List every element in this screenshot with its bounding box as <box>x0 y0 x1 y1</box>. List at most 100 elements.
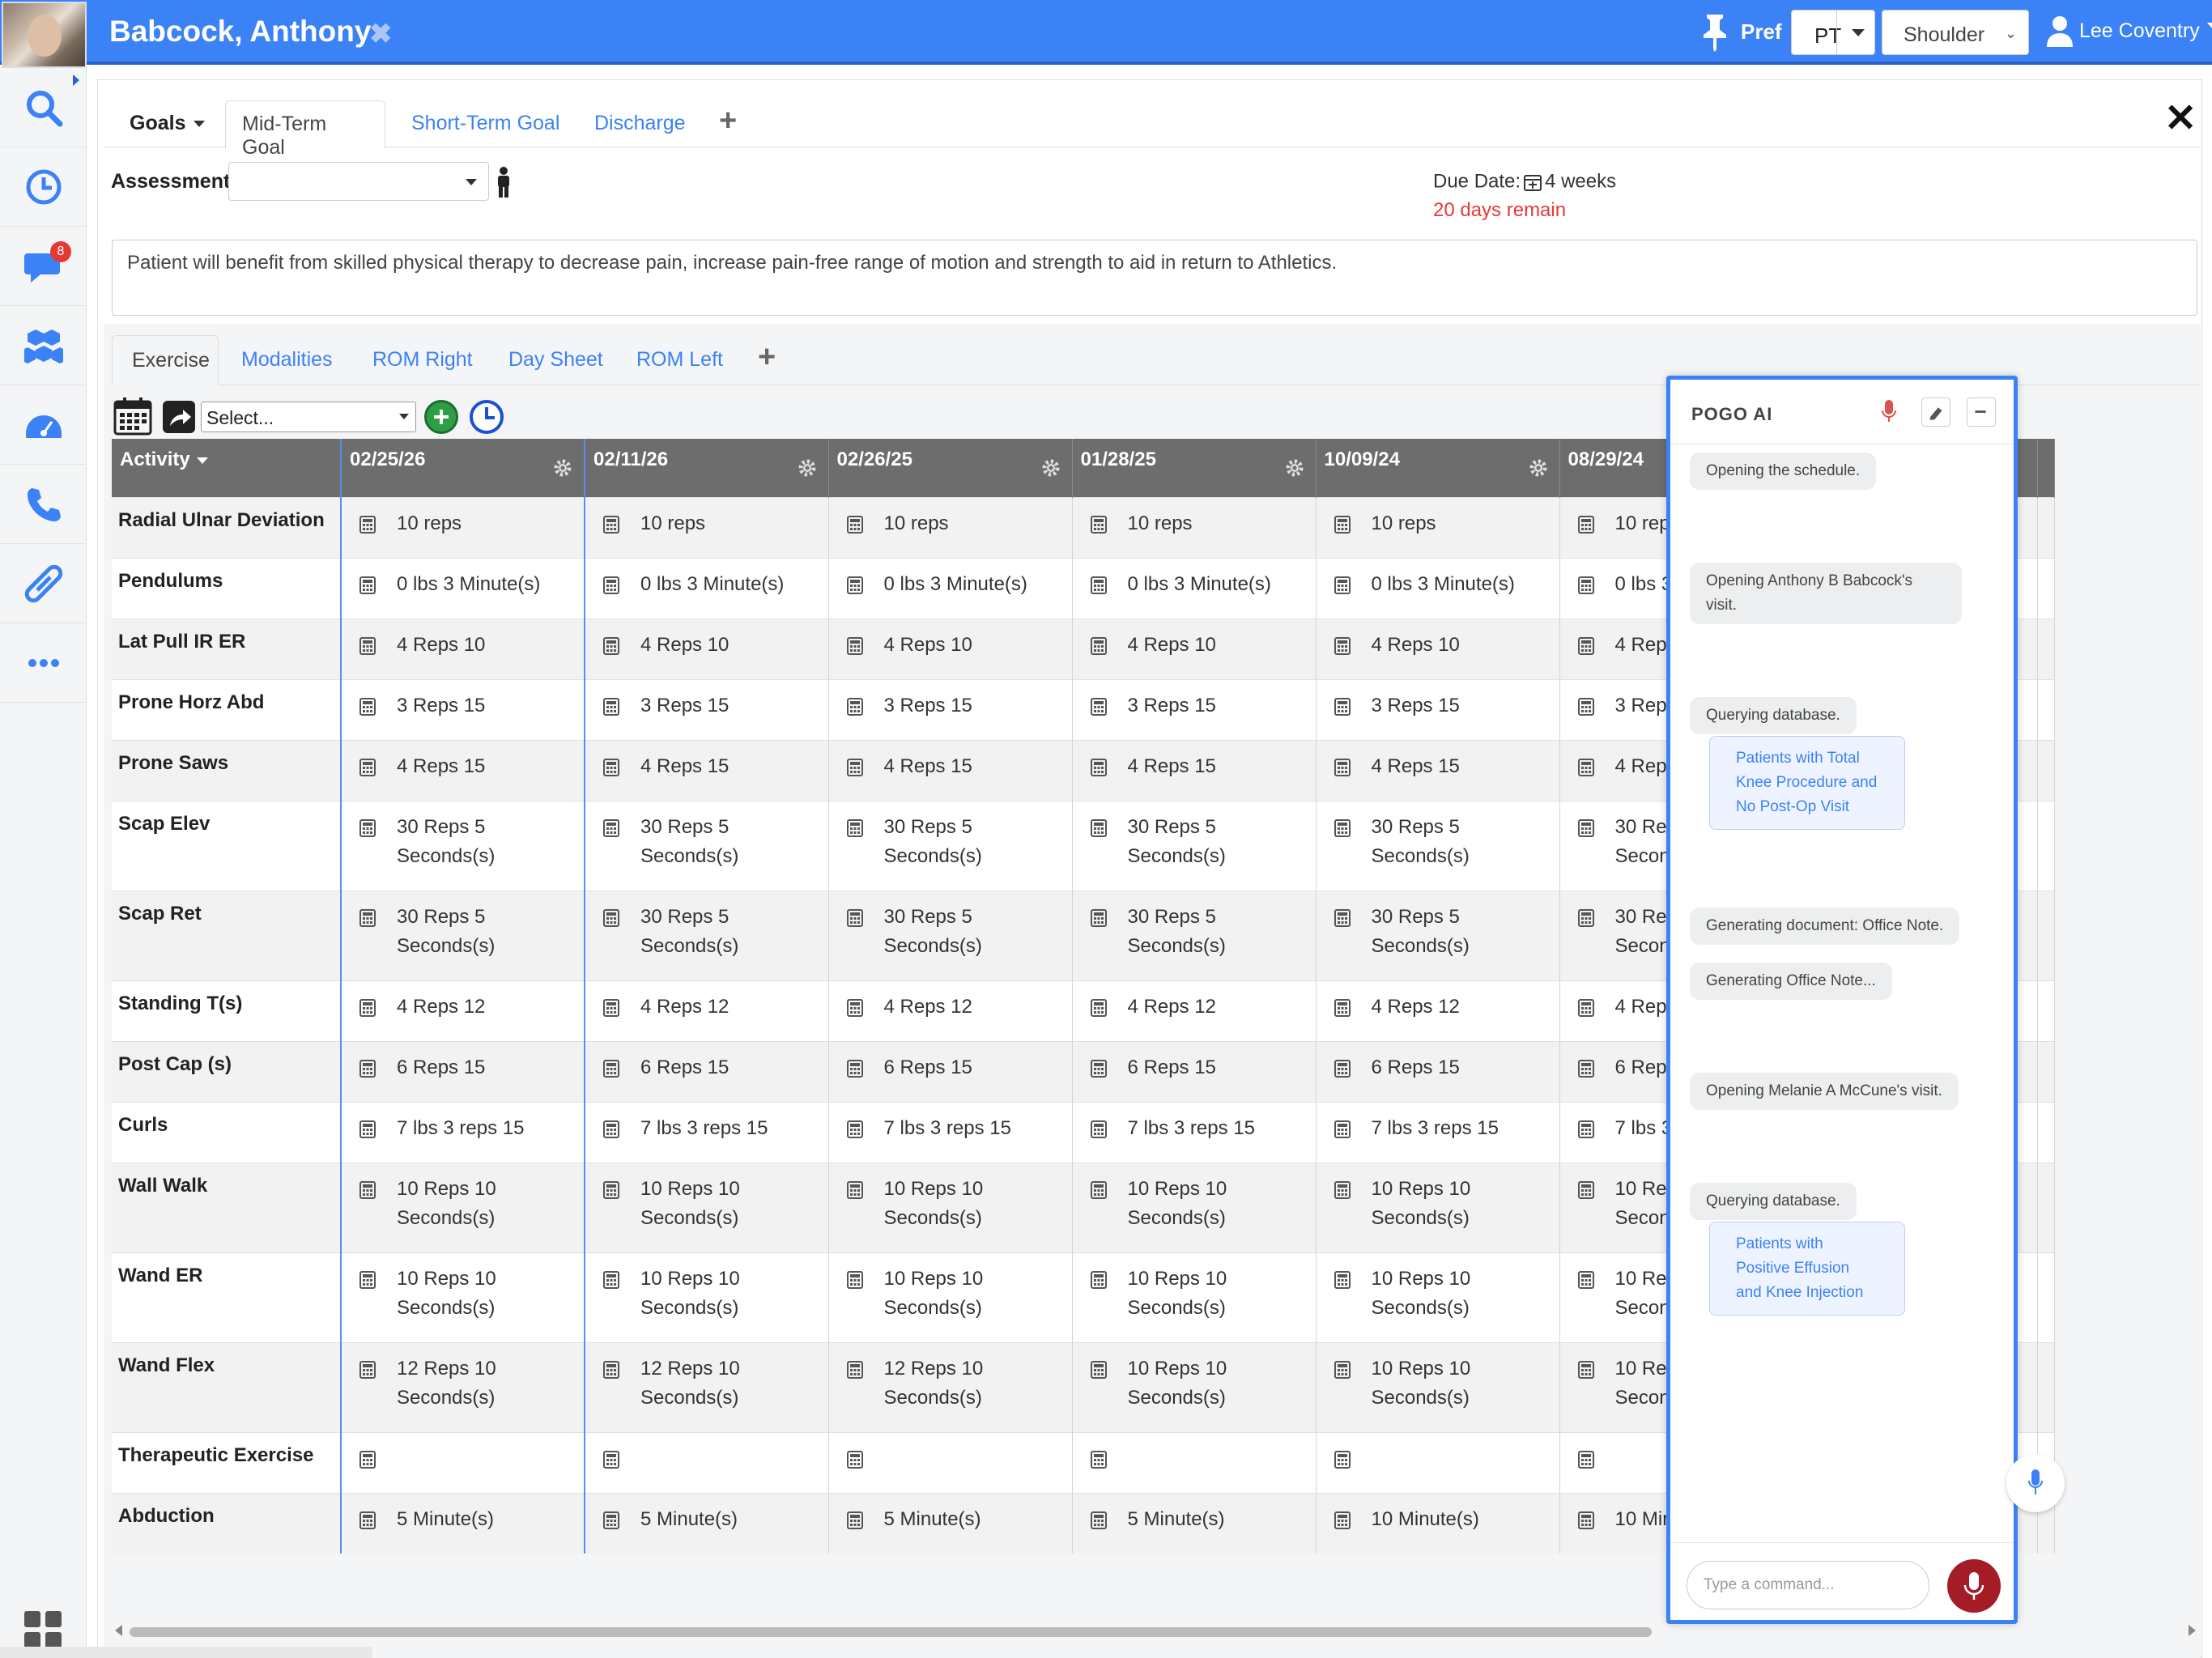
calculator-icon[interactable] <box>1577 908 1594 927</box>
calculator-icon[interactable] <box>1577 1120 1594 1138</box>
calendar-icon[interactable] <box>113 397 152 436</box>
exercise-cell[interactable]: 30 Reps 5 Seconds(s) <box>1316 800 1560 891</box>
activity-name[interactable]: Scap Ret <box>112 890 342 980</box>
activity-name[interactable]: Scap Elev <box>112 800 342 891</box>
exercise-cell[interactable]: 3 Reps 15 <box>1316 678 1560 740</box>
sidebar-item-search[interactable] <box>0 68 87 147</box>
exercise-cell[interactable]: 30 Reps 5 Seconds(s) <box>340 890 585 980</box>
calculator-icon[interactable] <box>1334 1180 1351 1199</box>
calculator-icon[interactable] <box>603 1511 619 1529</box>
tab-day-sheet[interactable]: Day Sheet <box>508 348 603 372</box>
calculator-icon[interactable] <box>846 1059 863 1078</box>
exercise-cell[interactable]: 4 Reps 12 <box>1316 980 1560 1041</box>
calculator-icon[interactable] <box>1334 1120 1351 1138</box>
calculator-icon[interactable] <box>1334 1360 1351 1379</box>
exercise-cell[interactable]: 6 Reps 15 <box>828 1040 1073 1102</box>
calculator-icon[interactable] <box>1334 908 1351 927</box>
calendar-plus-icon[interactable] <box>1524 173 1542 191</box>
exercise-cell[interactable]: 6 Reps 15 <box>340 1040 585 1102</box>
exercise-cell[interactable]: 4 Reps 15 <box>340 739 585 801</box>
exercise-cell[interactable]: 12 Reps 10 Seconds(s) <box>828 1341 1073 1432</box>
calculator-icon[interactable] <box>1090 758 1107 776</box>
calculator-icon[interactable] <box>359 1360 376 1379</box>
calculator-icon[interactable] <box>1577 1059 1594 1078</box>
add-section-icon[interactable]: + <box>758 340 776 375</box>
exercise-cell[interactable]: 4 Reps 12 <box>828 980 1073 1041</box>
calculator-icon[interactable] <box>1334 515 1351 534</box>
exercise-cell[interactable]: 10 Reps 10 Seconds(s) <box>1072 1341 1317 1432</box>
calculator-icon[interactable] <box>846 908 863 927</box>
sidebar-item-medications[interactable] <box>0 544 87 623</box>
calculator-icon[interactable] <box>359 697 376 716</box>
add-goal-icon[interactable]: + <box>719 104 737 138</box>
calculator-icon[interactable] <box>603 636 619 655</box>
exercise-cell[interactable]: 10 reps <box>828 496 1073 558</box>
calculator-icon[interactable] <box>1577 576 1594 594</box>
tab-discharge[interactable]: Discharge <box>594 112 686 135</box>
calculator-icon[interactable] <box>1577 697 1594 716</box>
calculator-icon[interactable] <box>846 1120 863 1138</box>
exercise-cell[interactable]: 4 Reps 15 <box>585 739 829 801</box>
date-column-header[interactable]: 02/25/26 <box>340 439 585 497</box>
share-icon[interactable] <box>162 400 196 434</box>
exercise-cell[interactable]: 0 lbs 3 Minute(s) <box>1316 557 1560 619</box>
exercise-cell[interactable]: 3 Reps 15 <box>340 678 585 740</box>
calculator-icon[interactable] <box>1090 1059 1107 1078</box>
calculator-icon[interactable] <box>846 998 863 1017</box>
exercise-cell[interactable]: 30 Reps 5 Seconds(s) <box>828 890 1073 980</box>
tab-rom-right[interactable]: ROM Right <box>372 348 473 372</box>
exercise-cell[interactable]: 4 Reps 15 <box>1072 739 1317 801</box>
voice-send-button[interactable] <box>1947 1559 2001 1613</box>
tab-rom-left[interactable]: ROM Left <box>636 348 723 372</box>
activity-name[interactable]: Curls <box>112 1101 342 1163</box>
clear-chat-button[interactable] <box>1921 397 1950 427</box>
activity-name[interactable]: Pendulums <box>112 557 342 619</box>
calculator-icon[interactable] <box>1090 998 1107 1017</box>
assessment-select[interactable] <box>228 162 489 201</box>
calculator-icon[interactable] <box>1577 1511 1594 1529</box>
exercise-cell[interactable]: 10 Reps 10 Seconds(s) <box>828 1162 1073 1252</box>
exercise-cell[interactable]: 10 reps <box>1316 496 1560 558</box>
gear-icon[interactable] <box>1285 458 1304 478</box>
calculator-icon[interactable] <box>603 1450 619 1469</box>
scrollbar-thumb[interactable] <box>130 1627 1652 1637</box>
exercise-cell[interactable]: 6 Reps 15 <box>585 1040 829 1102</box>
calculator-icon[interactable] <box>359 998 376 1017</box>
calculator-icon[interactable] <box>603 515 619 534</box>
calculator-icon[interactable] <box>1334 818 1351 837</box>
calculator-icon[interactable] <box>603 697 619 716</box>
activity-name[interactable]: Post Cap (s) <box>112 1040 342 1102</box>
exercise-cell[interactable]: 4 Reps 12 <box>1072 980 1317 1041</box>
activity-name[interactable]: Abduction <box>112 1492 342 1554</box>
exercise-cell[interactable]: 5 Minute(s) <box>340 1492 585 1554</box>
gear-icon[interactable] <box>798 458 817 478</box>
calculator-icon[interactable] <box>1577 636 1594 655</box>
activity-name[interactable]: Prone Horz Abd <box>112 678 342 740</box>
date-column-header[interactable]: 02/11/26 <box>585 439 829 497</box>
discipline-dropdown-button[interactable] <box>1836 10 1876 55</box>
exercise-cell[interactable] <box>585 1431 829 1493</box>
activity-name[interactable]: Wall Walk <box>112 1162 342 1252</box>
tab-short-term-goal[interactable]: Short-Term Goal <box>411 112 559 135</box>
exercise-cell[interactable]: 7 lbs 3 reps 15 <box>1316 1101 1560 1163</box>
exercise-cell[interactable]: 4 Reps 10 <box>1316 618 1560 679</box>
person-icon[interactable] <box>496 167 512 198</box>
calculator-icon[interactable] <box>846 576 863 594</box>
calculator-icon[interactable] <box>1334 636 1351 655</box>
exercise-cell[interactable]: 4 Reps 10 <box>1072 618 1317 679</box>
exercise-cell[interactable]: 10 Reps 10 Seconds(s) <box>585 1252 829 1342</box>
exercise-cell[interactable]: 0 lbs 3 Minute(s) <box>1072 557 1317 619</box>
exercise-cell[interactable]: 0 lbs 3 Minute(s) <box>340 557 585 619</box>
exercise-cell[interactable]: 7 lbs 3 reps 15 <box>340 1101 585 1163</box>
calculator-icon[interactable] <box>1334 758 1351 776</box>
exercise-cell[interactable]: 30 Reps 5 Seconds(s) <box>1316 890 1560 980</box>
calculator-icon[interactable] <box>359 908 376 927</box>
patient-name[interactable]: Babcock, Anthony <box>109 15 371 49</box>
calculator-icon[interactable] <box>1090 1120 1107 1138</box>
query-result-link[interactable]: Patients with Total Knee Procedure and N… <box>1709 736 1905 830</box>
exercise-cell[interactable] <box>1072 1431 1317 1493</box>
exercise-cell[interactable]: 10 Reps 10 Seconds(s) <box>1316 1252 1560 1342</box>
calculator-icon[interactable] <box>1334 576 1351 594</box>
exercise-cell[interactable]: 4 Reps 12 <box>340 980 585 1041</box>
calculator-icon[interactable] <box>1090 636 1107 655</box>
